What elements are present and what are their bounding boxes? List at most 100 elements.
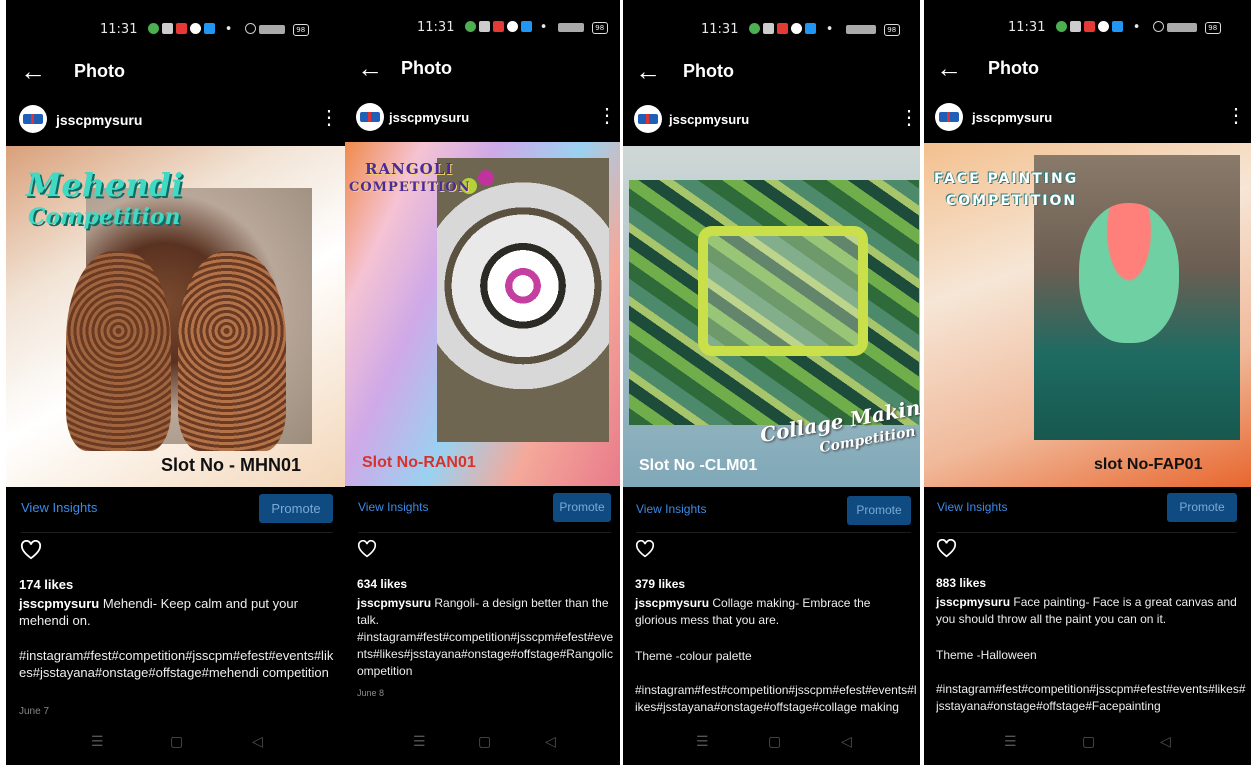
phone-screen-2: 11:31 • 98 ← Photo jsscpmysuru ⋮ Rangoli… bbox=[345, 0, 620, 765]
system-nav-bar: ☰ ▢ ◁ bbox=[924, 727, 1251, 765]
caption-hashtags[interactable]: #instagram#fest#competition#jsscpm#efest… bbox=[936, 681, 1248, 717]
facebook-icon bbox=[1097, 21, 1109, 32]
slot-label: Slot No -CLM01 bbox=[639, 457, 758, 474]
username[interactable]: jsscpmysuru bbox=[389, 110, 469, 125]
promote-button[interactable]: Promote bbox=[553, 493, 611, 522]
app-icon bbox=[175, 23, 187, 34]
caption-username[interactable]: jsscpmysuru bbox=[19, 596, 99, 611]
arrow-left-icon[interactable]: ← bbox=[936, 55, 962, 81]
caption-hashtags[interactable]: #instagram#fest#competition#jsscpm#efest… bbox=[19, 647, 339, 681]
more-vertical-icon[interactable]: ⋮ bbox=[597, 106, 617, 126]
home-square-icon[interactable]: ▢ bbox=[1082, 733, 1095, 750]
menu-icon[interactable]: ☰ bbox=[413, 733, 426, 750]
avatar[interactable] bbox=[634, 105, 662, 133]
post-image[interactable]: Face painting competition slot No-FAP01 bbox=[924, 143, 1251, 487]
status-time: 11:31 bbox=[100, 22, 138, 37]
promote-button[interactable]: Promote bbox=[1167, 493, 1237, 522]
username[interactable]: jsscpmysuru bbox=[56, 112, 142, 128]
divider bbox=[937, 532, 1237, 533]
view-insights-link[interactable]: View Insights bbox=[21, 500, 97, 515]
caption-username[interactable]: jsscpmysuru bbox=[635, 596, 709, 610]
painted-face bbox=[1079, 203, 1179, 343]
caption: jsscpmysuru Collage making- Embrace the … bbox=[635, 595, 910, 629]
page-title: Photo bbox=[683, 61, 734, 81]
post-image[interactable]: Collage Making Competition Slot No -CLM0… bbox=[623, 146, 920, 487]
view-insights-link[interactable]: View Insights bbox=[937, 500, 1007, 514]
battery-icon: 98 bbox=[883, 24, 900, 36]
likes-count[interactable]: 634 likes bbox=[357, 577, 407, 591]
home-square-icon[interactable]: ▢ bbox=[170, 733, 183, 750]
arrow-left-icon[interactable]: ← bbox=[20, 58, 46, 84]
battery-icon: 98 bbox=[1204, 22, 1221, 34]
status-bar: 11:31 • 98 bbox=[701, 22, 900, 37]
back-triangle-icon[interactable]: ◁ bbox=[545, 733, 556, 750]
status-bar: 11:31 • 98 bbox=[1008, 20, 1221, 35]
home-square-icon[interactable]: ▢ bbox=[768, 733, 781, 750]
view-insights-link[interactable]: View Insights bbox=[636, 502, 706, 516]
caption: jsscpmysuru Mehendi- Keep calm and put y… bbox=[19, 595, 319, 629]
rangoli-photo bbox=[437, 158, 609, 442]
post-heading: competition bbox=[349, 180, 471, 195]
caption-hashtags[interactable]: #instagram#fest#competition#jsscpm#efest… bbox=[635, 682, 917, 718]
post-heading: Face painting bbox=[934, 171, 1079, 187]
back-triangle-icon[interactable]: ◁ bbox=[841, 733, 852, 750]
menu-icon[interactable]: ☰ bbox=[91, 733, 104, 750]
view-insights-link[interactable]: View Insights bbox=[358, 500, 428, 514]
notification-icon bbox=[1069, 21, 1081, 32]
more-vertical-icon[interactable]: ⋮ bbox=[319, 108, 339, 128]
menu-icon[interactable]: ☰ bbox=[1004, 733, 1017, 750]
status-time: 11:31 bbox=[1008, 20, 1046, 35]
status-bar: 11:31 • 98 bbox=[100, 22, 309, 37]
app-icon bbox=[203, 23, 215, 34]
back-triangle-icon[interactable]: ◁ bbox=[252, 733, 263, 750]
menu-icon[interactable]: ☰ bbox=[696, 733, 709, 750]
heart-icon[interactable] bbox=[635, 539, 655, 563]
promote-button[interactable]: Promote bbox=[847, 496, 911, 525]
slot-label: Slot No-RAN01 bbox=[362, 454, 476, 471]
post-heading: Mehendi bbox=[26, 166, 184, 204]
post-image[interactable]: Rangoli competition Slot No-RAN01 bbox=[345, 142, 620, 486]
likes-count[interactable]: 883 likes bbox=[936, 576, 986, 590]
arrow-left-icon[interactable]: ← bbox=[635, 58, 661, 84]
divider bbox=[358, 532, 611, 533]
hand-right bbox=[178, 251, 286, 451]
page-title: Photo bbox=[74, 61, 125, 81]
phone-screen-4: 11:31 • 98 ← Photo jsscpmysuru ⋮ Face pa… bbox=[924, 0, 1251, 765]
facebook-icon bbox=[189, 23, 201, 34]
caption-hashtags[interactable]: #instagram#fest#competition#jsscpm#efest… bbox=[357, 629, 617, 680]
app-icon bbox=[804, 23, 816, 34]
whatsapp-icon bbox=[147, 23, 159, 34]
promote-button[interactable]: Promote bbox=[259, 494, 333, 523]
divider bbox=[636, 532, 911, 533]
likes-count[interactable]: 174 likes bbox=[19, 577, 73, 592]
back-triangle-icon[interactable]: ◁ bbox=[1160, 733, 1171, 750]
caption-username[interactable]: jsscpmysuru bbox=[357, 596, 431, 610]
app-icon bbox=[1111, 21, 1123, 32]
page-title: Photo bbox=[988, 58, 1039, 78]
more-vertical-icon[interactable]: ⋮ bbox=[1226, 106, 1246, 126]
page-title: Photo bbox=[401, 58, 452, 78]
heart-icon[interactable] bbox=[20, 539, 42, 565]
divider bbox=[21, 532, 333, 533]
facebook-icon bbox=[790, 23, 802, 34]
hand-left bbox=[66, 251, 171, 451]
username[interactable]: jsscpmysuru bbox=[669, 112, 749, 127]
system-nav-bar: ☰ ▢ ◁ bbox=[623, 727, 920, 765]
avatar[interactable] bbox=[19, 105, 47, 133]
system-nav-bar: ☰ ▢ ◁ bbox=[345, 727, 620, 765]
more-vertical-icon[interactable]: ⋮ bbox=[899, 108, 919, 128]
likes-count[interactable]: 379 likes bbox=[635, 577, 685, 591]
avatar[interactable] bbox=[356, 103, 384, 131]
avatar[interactable] bbox=[935, 103, 963, 131]
home-square-icon[interactable]: ▢ bbox=[478, 733, 491, 750]
arrow-left-icon[interactable]: ← bbox=[357, 55, 383, 81]
caption-username[interactable]: jsscpmysuru bbox=[936, 595, 1010, 609]
post-heading: competition bbox=[946, 193, 1078, 209]
heart-icon[interactable] bbox=[357, 539, 377, 563]
heart-icon[interactable] bbox=[936, 538, 957, 563]
alarm-icon bbox=[244, 23, 256, 34]
signal-icon bbox=[557, 23, 584, 32]
system-nav-bar: ☰ ▢ ◁ bbox=[6, 727, 345, 765]
username[interactable]: jsscpmysuru bbox=[972, 110, 1052, 125]
post-image[interactable]: Mehendi Competition Slot No - MHN01 bbox=[6, 146, 345, 487]
